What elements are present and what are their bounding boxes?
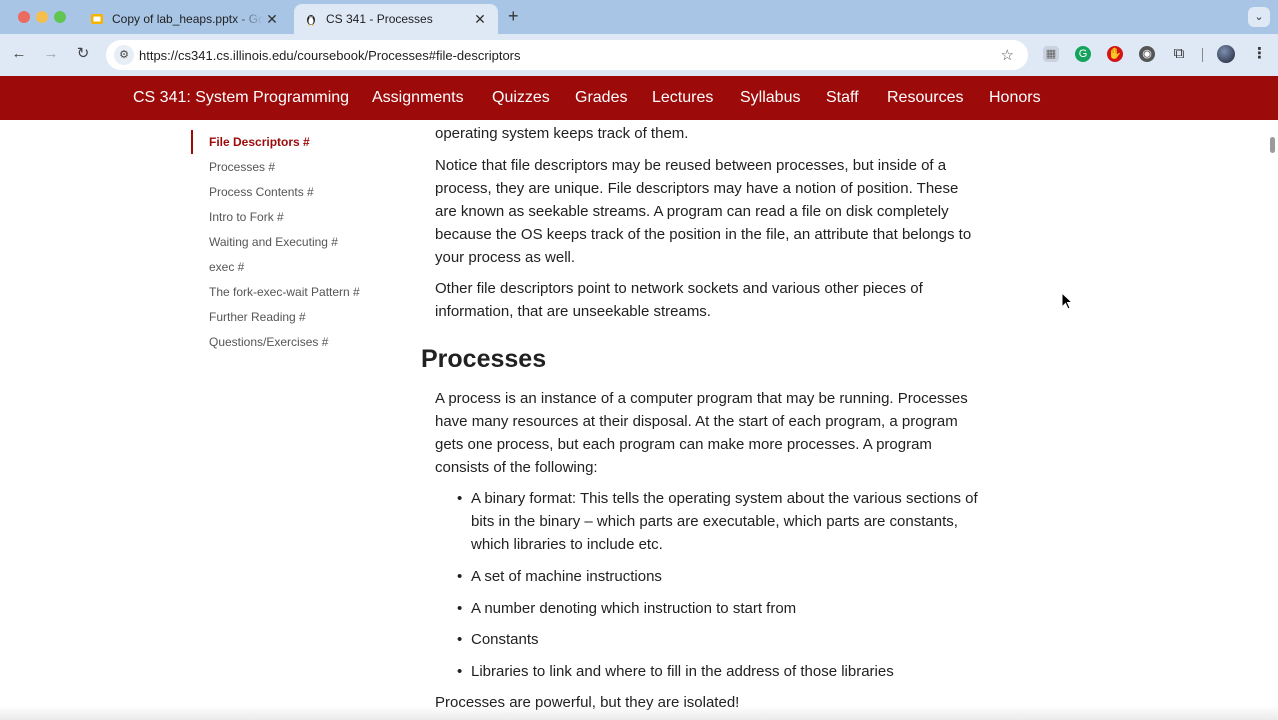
text-line: which libraries to include etc. bbox=[471, 536, 663, 553]
toc-waiting-executing[interactable]: Waiting and Executing # bbox=[209, 235, 338, 249]
nav-staff[interactable]: Staff bbox=[826, 89, 859, 107]
adblock-icon[interactable]: ✋ bbox=[1107, 46, 1123, 62]
list-item: Constants bbox=[457, 628, 1026, 651]
toc-active-indicator bbox=[191, 130, 193, 154]
close-window-button[interactable] bbox=[18, 11, 30, 23]
text-line: because the OS keeps track of the positi… bbox=[435, 226, 972, 243]
fd-paragraph-reuse: Notice that file descriptors may be reus… bbox=[435, 154, 1025, 269]
toc-file-descriptors[interactable]: File Descriptors # bbox=[209, 135, 310, 149]
list-item: Libraries to link and where to fill in t… bbox=[457, 660, 1026, 683]
toc-further-reading[interactable]: Further Reading # bbox=[209, 310, 306, 324]
reload-icon[interactable]: ↻ bbox=[72, 43, 94, 65]
browser-toolbar: ← → ↻ ⚙ https://cs341.cs.illinois.edu/co… bbox=[0, 34, 1278, 76]
robot-extension-icon[interactable]: ◉ bbox=[1139, 46, 1155, 62]
toc-questions-exercises[interactable]: Questions/Exercises # bbox=[209, 335, 328, 349]
url-text[interactable]: https://cs341.cs.illinois.edu/coursebook… bbox=[139, 48, 521, 63]
site-header: CS 341: System Programming Assignments Q… bbox=[0, 76, 1278, 120]
tab-search-chevron-icon[interactable]: ⌄ bbox=[1248, 7, 1270, 27]
fd-paragraph-tail: operating system keeps track of them. bbox=[435, 125, 689, 142]
nav-assignments[interactable]: Assignments bbox=[372, 89, 464, 107]
forward-arrow-icon[interactable]: → bbox=[40, 43, 62, 65]
toc-process-contents[interactable]: Process Contents # bbox=[209, 185, 314, 199]
nav-resources[interactable]: Resources bbox=[887, 89, 963, 107]
address-bar[interactable]: ⚙ https://cs341.cs.illinois.edu/coursebo… bbox=[106, 40, 1028, 70]
minimize-window-button[interactable] bbox=[36, 11, 48, 23]
text-line: are known as seekable streams. A program… bbox=[435, 203, 949, 220]
text-line: information, that are unseekable streams… bbox=[435, 303, 711, 320]
browser-tab-slides[interactable]: Copy of lab_heaps.pptx - Google Slides ✕ bbox=[80, 4, 290, 34]
toc-intro-to-fork[interactable]: Intro to Fork # bbox=[209, 210, 284, 224]
nav-quizzes[interactable]: Quizzes bbox=[492, 89, 550, 107]
extension-grid-icon[interactable]: ▦ bbox=[1043, 46, 1059, 62]
list-item: A binary format: This tells the operatin… bbox=[457, 487, 1026, 556]
text-line: A binary format: This tells the operatin… bbox=[471, 490, 978, 507]
list-item: A set of machine instructions bbox=[457, 565, 1026, 588]
back-arrow-icon[interactable]: ← bbox=[8, 43, 30, 65]
viewport-bottom-shadow bbox=[0, 706, 1278, 720]
close-tab-icon[interactable]: ✕ bbox=[264, 11, 280, 28]
tab-title: Copy of lab_heaps.pptx - Google Slides bbox=[112, 12, 264, 26]
list-item: A number denoting which instruction to s… bbox=[457, 597, 1026, 620]
toc-exec[interactable]: exec # bbox=[209, 260, 244, 274]
text-line: consists of the following: bbox=[435, 459, 598, 476]
text-line: have many resources at their disposal. A… bbox=[435, 413, 958, 430]
text-line: Other file descriptors point to network … bbox=[435, 280, 923, 297]
grammarly-icon[interactable]: G bbox=[1075, 46, 1091, 62]
nav-honors[interactable]: Honors bbox=[989, 89, 1041, 107]
bookmark-star-icon[interactable]: ☆ bbox=[1001, 46, 1014, 64]
text-line: A set of machine instructions bbox=[471, 568, 662, 585]
browser-menu-icon[interactable]: ⋮ bbox=[1252, 44, 1267, 62]
tux-icon bbox=[304, 12, 318, 26]
browser-tab-processes[interactable]: CS 341 - Processes ✕ bbox=[294, 4, 498, 34]
nav-syllabus[interactable]: Syllabus bbox=[740, 89, 800, 107]
site-settings-icon[interactable]: ⚙ bbox=[114, 45, 134, 65]
maximize-window-button[interactable] bbox=[54, 11, 66, 23]
extensions-puzzle-icon[interactable]: ⧉ bbox=[1171, 46, 1187, 62]
slides-icon bbox=[90, 12, 104, 26]
close-tab-icon[interactable]: ✕ bbox=[472, 11, 488, 28]
processes-heading: Processes bbox=[421, 345, 547, 373]
text-line: Libraries to link and where to fill in t… bbox=[471, 663, 894, 680]
site-brand-link[interactable]: CS 341: System Programming bbox=[133, 89, 349, 107]
text-line: Constants bbox=[471, 631, 539, 648]
text-line: your process as well. bbox=[435, 249, 576, 266]
toc-fork-exec-wait[interactable]: The fork-exec-wait Pattern # bbox=[209, 285, 360, 299]
tab-title: CS 341 - Processes bbox=[326, 12, 433, 26]
text-line: A number denoting which instruction to s… bbox=[471, 600, 797, 617]
browser-tab-strip: Copy of lab_heaps.pptx - Google Slides ✕… bbox=[0, 0, 1278, 34]
text-line: bits in the binary – which parts are exe… bbox=[471, 513, 958, 530]
nav-grades[interactable]: Grades bbox=[575, 89, 627, 107]
page-scrollbar[interactable] bbox=[1270, 137, 1275, 153]
fd-paragraph-sockets: Other file descriptors point to network … bbox=[435, 277, 1025, 323]
toolbar-divider bbox=[1202, 48, 1203, 62]
text-line: Notice that file descriptors may be reus… bbox=[435, 157, 947, 174]
text-line: gets one process, but each program can m… bbox=[435, 436, 932, 453]
text-line: A process is an instance of a computer p… bbox=[435, 390, 968, 407]
toc-processes[interactable]: Processes # bbox=[209, 160, 275, 174]
nav-lectures[interactable]: Lectures bbox=[652, 89, 713, 107]
text-line: process, they are unique. File descripto… bbox=[435, 180, 959, 197]
new-tab-button[interactable]: + bbox=[508, 6, 519, 27]
processes-intro-paragraph: A process is an instance of a computer p… bbox=[435, 387, 1025, 479]
profile-avatar[interactable] bbox=[1217, 45, 1235, 63]
